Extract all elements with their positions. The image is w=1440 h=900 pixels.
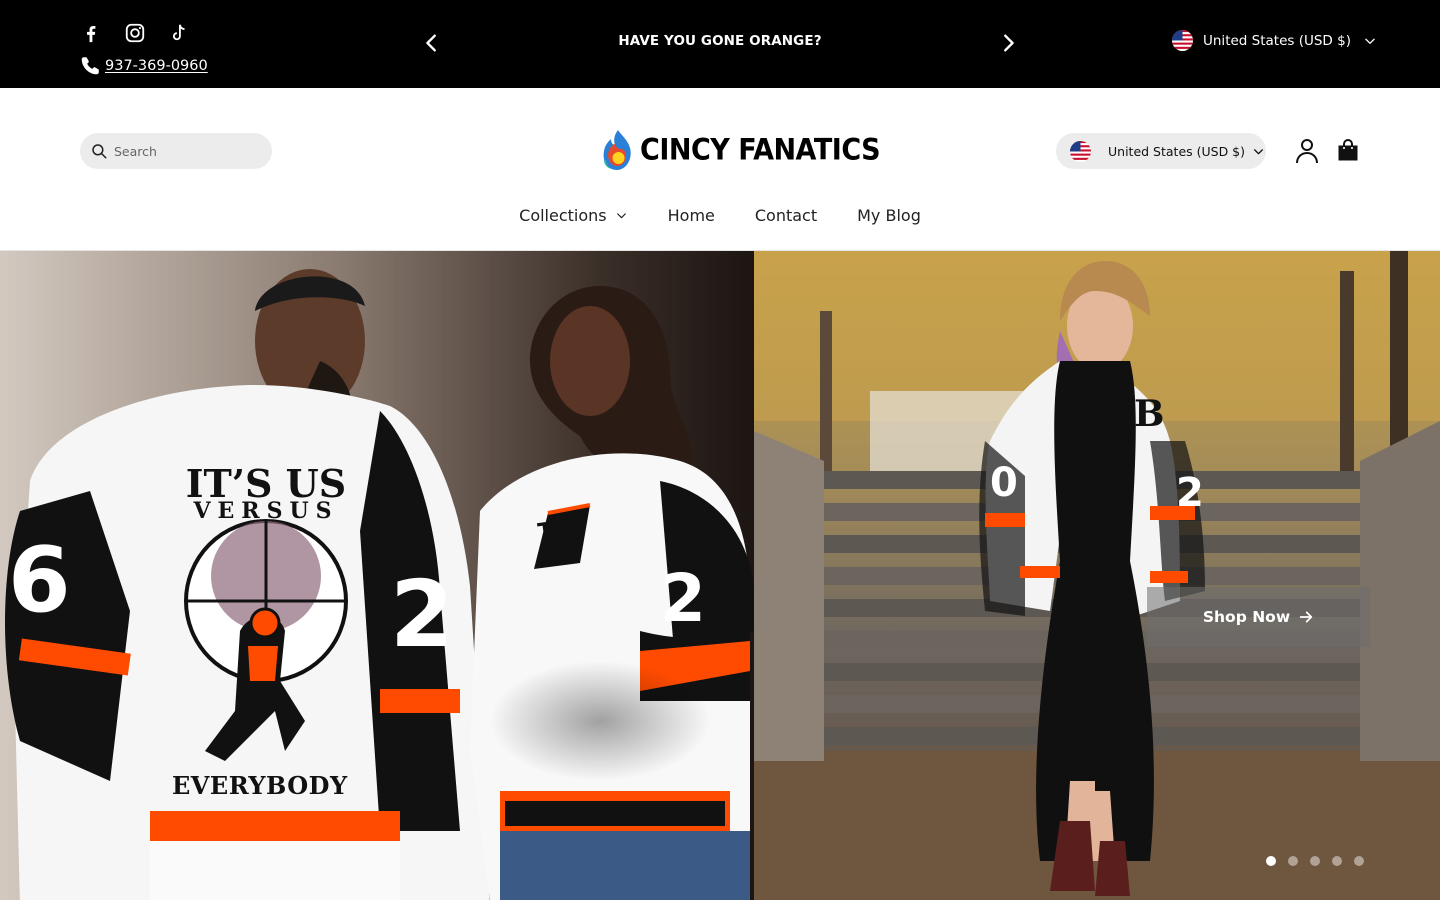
slide-dot[interactable] bbox=[1354, 856, 1364, 866]
phone-contact: 937-369-0960 bbox=[80, 55, 208, 76]
search-input[interactable] bbox=[114, 143, 254, 159]
logo-text: CINCY FANATICS bbox=[640, 133, 881, 167]
svg-text:B: B bbox=[1134, 393, 1164, 435]
facebook-icon[interactable] bbox=[80, 22, 102, 44]
svg-text:6: 6 bbox=[8, 528, 71, 633]
chevron-right-icon[interactable] bbox=[997, 32, 1019, 54]
flame-logo-icon bbox=[603, 130, 631, 170]
chevron-down-icon bbox=[1365, 38, 1375, 44]
nav-label: Contact bbox=[754, 206, 818, 225]
nav-item-home[interactable]: Home bbox=[668, 206, 715, 225]
svg-text:B: B bbox=[533, 506, 589, 578]
jacket-text-line2: VERSUS bbox=[193, 498, 339, 524]
jacket-text-line3: EVERYBODY bbox=[172, 771, 348, 800]
locale-selector-top[interactable]: United States (USD $) bbox=[1172, 30, 1377, 51]
svg-text:2: 2 bbox=[390, 561, 454, 668]
svg-text:2: 2 bbox=[660, 560, 706, 637]
slide-dot[interactable] bbox=[1310, 856, 1320, 866]
svg-text:2: 2 bbox=[1176, 470, 1204, 516]
locale-selector-header[interactable]: United States (USD $) bbox=[1056, 133, 1266, 169]
main-nav: Collections Home Contact My Blog bbox=[0, 206, 1440, 225]
nav-item-collections[interactable]: Collections bbox=[519, 206, 627, 225]
slide-dot[interactable] bbox=[1266, 856, 1276, 866]
svg-text:0: 0 bbox=[990, 460, 1018, 506]
slide-dot[interactable] bbox=[1332, 856, 1342, 866]
hero-image: 6 2 2 B B 0 2 bbox=[0, 251, 1440, 900]
us-flag-icon bbox=[1172, 30, 1193, 51]
chevron-left-icon[interactable] bbox=[421, 32, 443, 54]
account-icon[interactable] bbox=[1295, 138, 1319, 164]
jacket-graphic-text: IT’S US VERSUS EVERYBODY bbox=[172, 461, 356, 800]
slide-indicators bbox=[1266, 856, 1364, 866]
chevron-down-icon bbox=[1254, 148, 1263, 154]
locale-label: United States (USD $) bbox=[1108, 143, 1246, 159]
instagram-icon[interactable] bbox=[124, 22, 146, 44]
nav-label: Collections bbox=[519, 206, 607, 225]
us-flag-icon bbox=[1070, 140, 1091, 162]
social-links bbox=[80, 22, 190, 44]
announcement-bar: 937-369-0960 HAVE YOU GONE ORANGE? Unite… bbox=[0, 0, 1440, 88]
arrow-right-icon bbox=[1299, 611, 1313, 623]
phone-icon bbox=[81, 57, 99, 75]
locale-label: United States (USD $) bbox=[1203, 32, 1351, 49]
nav-item-contact[interactable]: Contact bbox=[755, 206, 817, 225]
phone-link[interactable]: 937-369-0960 bbox=[105, 58, 208, 74]
site-logo[interactable]: CINCY FANATICS bbox=[600, 126, 881, 174]
announcement-message[interactable]: HAVE YOU GONE ORANGE? bbox=[480, 33, 960, 49]
chevron-down-icon bbox=[616, 213, 626, 219]
nav-label: Home bbox=[667, 206, 715, 225]
slide-dot[interactable] bbox=[1288, 856, 1298, 866]
search-icon bbox=[92, 144, 107, 159]
shop-now-label: Shop Now bbox=[1202, 608, 1291, 626]
tiktok-icon[interactable] bbox=[168, 22, 190, 44]
nav-item-my-blog[interactable]: My Blog bbox=[857, 206, 921, 225]
shopping-bag-icon[interactable] bbox=[1337, 138, 1359, 162]
search-box[interactable] bbox=[80, 133, 272, 169]
hero-slideshow: 6 2 2 B B 0 2 IT’S US VERSUS EVERYBODY S… bbox=[0, 251, 1440, 900]
shop-now-button[interactable]: Shop Now bbox=[1147, 587, 1370, 647]
nav-label: My Blog bbox=[857, 206, 921, 225]
